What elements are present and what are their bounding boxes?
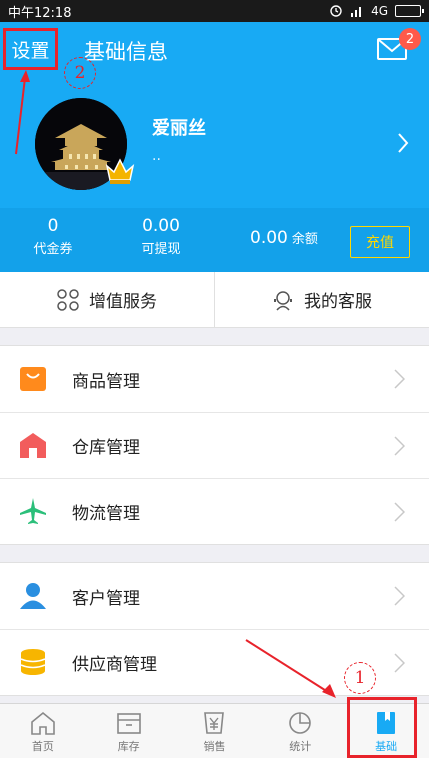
tab-statistics[interactable]: 统计 (257, 704, 343, 758)
annotation-marker-1: 1 (344, 662, 376, 694)
profile-card[interactable]: 爱丽丝 .. (0, 92, 429, 202)
chevron-right-icon (394, 586, 405, 606)
tab-label: 首页 (31, 740, 54, 753)
tab-label: 销售 (203, 740, 226, 753)
withdraw-label: 可提现 (141, 242, 181, 257)
withdraw-value: 0.00 (142, 216, 180, 236)
voucher-label: 代金券 (33, 242, 73, 257)
tab-inventory[interactable]: 库存 (86, 704, 172, 758)
tab-home[interactable]: 首页 (0, 704, 86, 758)
wallet-stats: 0 代金券 0.00 可提现 0.00 余额 充值 (0, 208, 429, 272)
customer-icon (20, 583, 46, 609)
tab-label: 统计 (289, 740, 312, 753)
value-added-service-button[interactable]: 增值服务 (0, 272, 214, 327)
menu-item-products[interactable]: 商品管理 (0, 346, 429, 412)
home-icon (31, 711, 55, 735)
tab-sales[interactable]: 销售 (172, 704, 258, 758)
menu-item-label: 仓库管理 (72, 438, 140, 458)
services-row: 增值服务 我的客服 (0, 272, 429, 328)
chevron-right-icon (394, 436, 405, 456)
menu-group-1: 商品管理 仓库管理 物流管理 (0, 345, 429, 545)
shopping-bag-icon (20, 367, 46, 391)
withdraw-stat[interactable]: 0.00 可提现 (130, 216, 192, 257)
status-bar: 中午12:18 4G (0, 0, 429, 22)
balance-display: 0.00 余额 (250, 228, 318, 248)
username: 爱丽丝 (152, 118, 206, 139)
coins-icon (20, 649, 46, 675)
recharge-button[interactable]: 充值 (350, 226, 410, 258)
chevron-right-icon (398, 133, 409, 153)
airplane-icon (20, 498, 46, 524)
tab-label: 库存 (117, 740, 140, 753)
headset-icon (274, 290, 292, 311)
box-icon (116, 713, 141, 734)
profile-header: 设置 基础信息 2 2 爱丽丝 .. 0 代金券 0.00 可提现 0.00 余… (0, 22, 429, 272)
menu-item-customers[interactable]: 客户管理 (0, 563, 429, 629)
annotation-marker-2: 2 (64, 57, 96, 89)
chevron-right-icon (394, 369, 405, 389)
balance-value: 0.00 (250, 228, 288, 248)
chevron-right-icon (394, 653, 405, 673)
network-type: 4G (371, 4, 388, 18)
user-subtitle: .. (152, 148, 161, 164)
customer-service-button[interactable]: 我的客服 (214, 272, 429, 327)
warehouse-icon (20, 433, 46, 458)
service-label: 增值服务 (89, 292, 157, 312)
menu-item-warehouse[interactable]: 仓库管理 (0, 412, 429, 478)
chevron-right-icon (394, 502, 405, 522)
signal-icon (351, 7, 362, 17)
balance-label: 余额 (291, 232, 318, 247)
menu-item-label: 客户管理 (72, 588, 140, 609)
page-title: 基础信息 (84, 40, 168, 64)
settings-button[interactable]: 设置 (3, 28, 58, 70)
pie-chart-icon (289, 712, 312, 734)
status-time: 中午12:18 (8, 5, 72, 21)
alarm-icon (330, 5, 342, 17)
grid-icon (57, 288, 79, 311)
annotation-arrow-down (245, 639, 336, 698)
crown-icon (105, 158, 135, 184)
mail-badge: 2 (399, 28, 421, 50)
voucher-stat[interactable]: 0 代金券 (28, 216, 78, 257)
yen-icon (204, 712, 225, 734)
menu-item-logistics[interactable]: 物流管理 (0, 478, 429, 544)
menu-item-label: 商品管理 (72, 371, 140, 392)
voucher-value: 0 (47, 216, 59, 236)
annotation-highlight-box (347, 697, 417, 758)
menu-item-label: 供应商管理 (72, 655, 157, 675)
menu-item-label: 物流管理 (72, 504, 140, 524)
battery-icon (395, 5, 424, 17)
service-label: 我的客服 (304, 292, 372, 312)
